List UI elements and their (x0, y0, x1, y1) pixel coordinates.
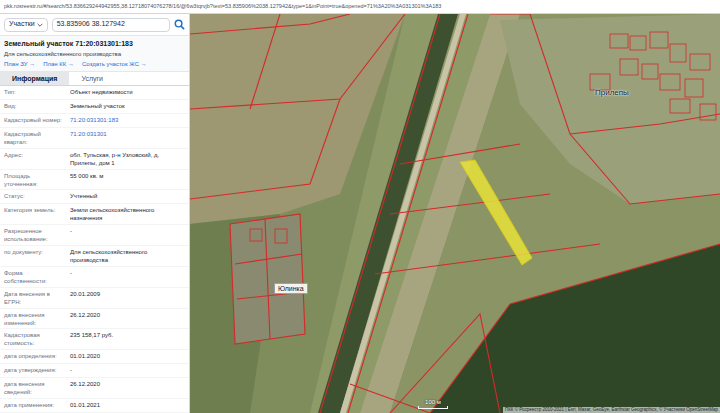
field-row: Категория земель: Земли сельскохозяйствен… (0, 204, 189, 225)
field-label: дата внесения сведений: (4, 380, 64, 396)
field-row: дата утверждения:- (0, 364, 189, 378)
field-row: Кадастровая стоимость: 235 158,17 руб. (0, 329, 189, 350)
field-value: - (70, 366, 185, 374)
tab-bar: Информация Услуги (0, 72, 189, 86)
place-label: Прилепы (595, 88, 629, 98)
field-label: Адрес: (4, 151, 64, 159)
tab[interactable]: Услуги (69, 72, 115, 85)
field-value: Учтенный (70, 192, 185, 200)
field-label: Кадастровый номер: (4, 116, 64, 124)
field-row: Вид: Земельный участок (0, 100, 189, 114)
card-title: Земельный участок 71:20:031301:183 (4, 39, 185, 48)
tab[interactable]: Информация (0, 72, 69, 85)
field-value: 26.12.2020 (70, 380, 185, 388)
address-bar[interactable]: pkk.rosreestr.ru/#/search/53.83662924494… (0, 0, 720, 14)
field-label: Кадастровый квартал: (4, 130, 64, 146)
field-row: дата определения: 01.01.2020 (0, 350, 189, 364)
field-row: Разрешенное использование:- (0, 225, 189, 246)
field-row: Статус: Учтенный (0, 190, 189, 204)
chevron-down-icon (37, 22, 43, 28)
map-view[interactable]: Прилепы Юлинка 100 м ПКК © Росреестр 2010-2… (190, 14, 720, 413)
field-label: Дата внесения в ЕГРН: (4, 290, 64, 306)
scale-label: 100 м (425, 399, 441, 406)
card-subtitle: Для сельскохозяйственного производства (4, 50, 185, 58)
field-label: по документу: (4, 248, 64, 256)
card-link[interactable]: План КК → (43, 60, 74, 68)
search-field[interactable]: 53.835906 38.127942 (52, 18, 170, 32)
field-value: Для сельскохозяйственного производства (70, 248, 185, 264)
field-label: дата применения: (4, 401, 64, 409)
field-row: Адрес: обл. Тульская, р-н Узловский, д. П… (0, 149, 189, 170)
field-row: Кадастровый номер: 71:20:031301:183 (0, 114, 189, 128)
card-link[interactable]: План ЗУ → (4, 60, 35, 68)
field-row: Площадь уточненная: 55 000 кв. м (0, 170, 189, 191)
field-value: Объект недвижимости (70, 88, 185, 96)
field-list: Тип: Объект недвижимости Вид: Земельный уча… (0, 86, 189, 413)
field-value: 26.12.2020 (70, 311, 185, 319)
field-label: дата определения: (4, 352, 64, 360)
field-value: 235 158,17 руб. (70, 331, 185, 339)
object-card: Земельный участок 71:20:031301:183 Для се… (0, 36, 189, 72)
field-label: Вид: (4, 102, 64, 110)
field-label: Разрешенное использование: (4, 227, 64, 243)
info-panel: Участки 53.835906 38.127942 Земельный уч… (0, 14, 190, 413)
field-label: Категория земель: (4, 206, 64, 214)
url-text[interactable]: pkk.rosreestr.ru/#/search/53.83662924494… (4, 2, 441, 10)
map-attribution: ПКК © Росреестр 2010-2021 | Esri, Maxar,… (503, 407, 720, 413)
field-label: Площадь уточненная: (4, 172, 64, 188)
field-label: дата утверждения: (4, 366, 64, 374)
field-row: по документу: Для сельскохозяйственного п… (0, 246, 189, 267)
field-value: 01.01.2020 (70, 352, 185, 360)
field-value: Земельный участок (70, 102, 185, 110)
scale-bar: 100 м (418, 399, 448, 409)
field-label: Кадастровая стоимость: (4, 331, 64, 347)
field-value: 01.01.2021 (70, 401, 185, 409)
field-value: 55 000 кв. м (70, 172, 185, 180)
selected-parcel[interactable] (460, 160, 532, 265)
field-label: дата внесения изменений: (4, 311, 64, 327)
field-value[interactable]: 71:20:031301 (70, 130, 185, 138)
field-value: обл. Тульская, р-н Узловский, д. Прилепы… (70, 151, 185, 167)
place-label: Юлинка (274, 283, 308, 294)
field-value[interactable]: 71:20:031301:183 (70, 116, 185, 124)
field-label: Статус: (4, 192, 64, 200)
scale-line (418, 406, 448, 409)
field-label: Форма собственности: (4, 269, 64, 285)
field-row: дата внесения сведений: 26.12.2020 (0, 378, 189, 399)
card-link[interactable]: Создать участок ЖС → (82, 60, 147, 68)
field-row: дата применения: 01.01.2021 (0, 399, 189, 413)
card-links: План ЗУ → План КК → Создать участок ЖС → (4, 60, 185, 68)
tab-label: Услуги (81, 75, 103, 82)
field-row: дата внесения изменений: 26.12.2020 (0, 309, 189, 330)
field-row: Форма собственности:- (0, 267, 189, 288)
satellite-map[interactable] (190, 14, 720, 413)
tab-label: Информация (12, 75, 57, 82)
browser-window: pkk.rosreestr.ru/#/search/53.83662924494… (0, 0, 720, 413)
field-value: - (70, 227, 185, 235)
field-value: Земли сельскохозяйственного назначения (70, 206, 185, 222)
field-row: Дата внесения в ЕГРН: 20.01.2009 (0, 288, 189, 309)
field-label: Тип: (4, 88, 64, 96)
search-row: Участки 53.835906 38.127942 (0, 14, 189, 36)
field-row: Кадастровый квартал: 71:20:031301 (0, 128, 189, 149)
type-dropdown[interactable]: Участки (4, 18, 48, 32)
search-icon[interactable] (174, 19, 185, 30)
field-value: - (70, 269, 185, 277)
field-value: 20.01.2009 (70, 290, 185, 298)
field-row: Тип: Объект недвижимости (0, 86, 189, 100)
